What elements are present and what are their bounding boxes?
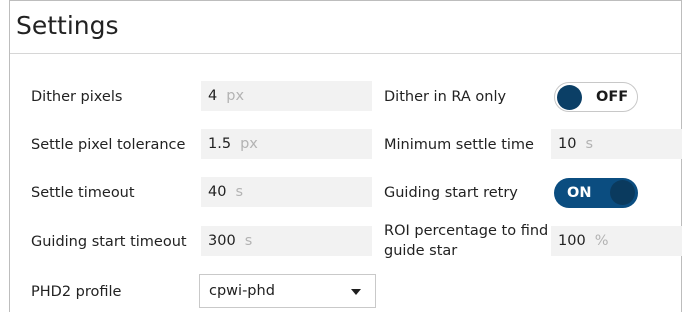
phd2-profile-select[interactable]: cpwi-phd [199, 274, 376, 308]
settle-pixel-tolerance-label: Settle pixel tolerance [31, 137, 186, 153]
guiding-start-timeout-unit: s [244, 233, 253, 249]
guiding-start-retry-label: Guiding start retry [384, 185, 518, 201]
page-title: Settings [16, 11, 119, 40]
guiding-start-retry-toggle[interactable]: ON [554, 178, 638, 208]
settle-timeout-value: 40 [208, 184, 227, 200]
minimum-settle-time-label: Minimum settle time [384, 137, 534, 153]
dither-pixels-label: Dither pixels [31, 89, 123, 105]
guiding-start-timeout-value: 300 [208, 233, 236, 249]
minimum-settle-time-unit: s [585, 136, 594, 152]
minimum-settle-time-value: 10 [558, 136, 577, 152]
settle-pixel-tolerance-unit: px [240, 136, 258, 152]
chevron-down-icon [351, 289, 361, 295]
settle-pixel-tolerance-input[interactable]: 1.5 px [201, 129, 372, 159]
phd2-profile-label: PHD2 profile [31, 284, 122, 300]
roi-percentage-value: 100 [558, 233, 586, 249]
guiding-start-timeout-input[interactable]: 300 s [201, 226, 372, 256]
settle-timeout-label: Settle timeout [31, 185, 135, 201]
phd2-profile-value: cpwi-phd [209, 283, 275, 299]
settings-panel: Settings Dither pixels 4 px Settle pixel … [9, 0, 682, 312]
dither-pixels-value: 4 [208, 88, 218, 104]
guiding-start-retry-state: ON [567, 185, 592, 201]
toggle-knob [557, 85, 582, 110]
roi-percentage-input[interactable]: 100% [551, 226, 682, 256]
dither-ra-only-toggle[interactable]: OFF [554, 82, 638, 112]
dither-ra-only-label: Dither in RA only [384, 89, 507, 105]
settle-timeout-unit: s [235, 184, 244, 200]
roi-percentage-unit: % [594, 233, 609, 249]
settle-pixel-tolerance-value: 1.5 [208, 136, 232, 152]
dither-pixels-unit: px [226, 88, 245, 104]
settings-header: Settings [10, 1, 681, 54]
guiding-start-timeout-label: Guiding start timeout [31, 234, 187, 250]
dither-pixels-input[interactable]: 4 px [201, 81, 372, 111]
minimum-settle-time-input[interactable]: 10 s [551, 129, 682, 159]
dither-ra-only-state: OFF [596, 89, 629, 105]
roi-percentage-label: ROI percentage to find guide star [384, 223, 549, 259]
toggle-knob [610, 180, 635, 205]
settle-timeout-input[interactable]: 40 s [201, 177, 372, 207]
